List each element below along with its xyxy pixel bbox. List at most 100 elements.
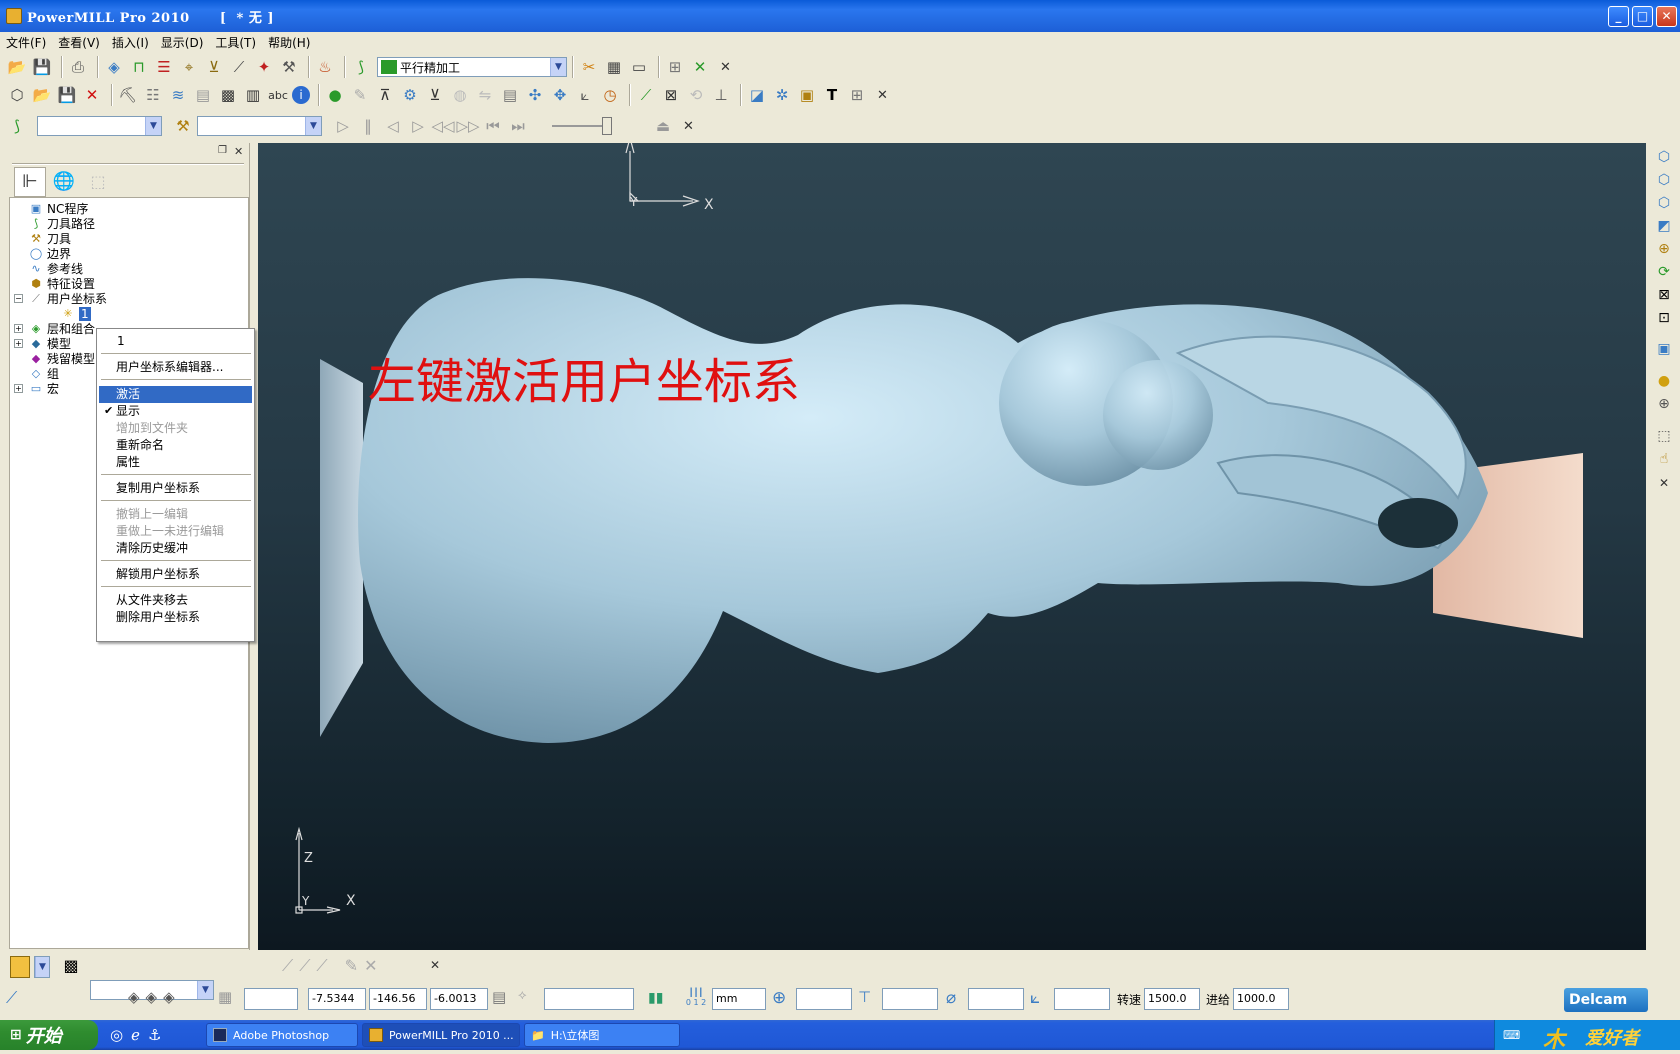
bottom-plane-icon[interactable]: ⊻: [424, 84, 446, 106]
go-end-icon[interactable]: ⏭: [507, 115, 529, 137]
status-field-blank-1[interactable]: [244, 988, 298, 1010]
maximize-button[interactable]: □: [1632, 6, 1653, 27]
tab-explorer-tree-icon[interactable]: ⊩: [14, 167, 46, 197]
view-iso4-icon[interactable]: ◩: [1654, 216, 1674, 236]
clock-icon[interactable]: ◷: [599, 84, 621, 106]
save-icon[interactable]: 💾: [31, 56, 53, 78]
workplane-dropdown[interactable]: ▼: [34, 956, 50, 978]
menu-tools[interactable]: 工具(T): [215, 34, 256, 51]
chevron-down-icon[interactable]: ▼: [550, 58, 566, 76]
menu-display[interactable]: 显示(D): [161, 34, 204, 51]
layers-icon[interactable]: ≋: [167, 84, 189, 106]
coord-y-field[interactable]: -146.56: [369, 988, 427, 1010]
crosshair-icon[interactable]: ⊕: [772, 988, 786, 1008]
tool-combo[interactable]: ▼: [197, 116, 322, 136]
panel-close-icon[interactable]: ✕: [234, 145, 243, 158]
scale-icon[interactable]: ┃┃┃ 0 1 2: [683, 988, 709, 1008]
start-button[interactable]: ⊞ 开始: [0, 1020, 98, 1050]
toolpath-strategies-icon[interactable]: ♨: [314, 56, 336, 78]
status-workplane-icon[interactable]: ⟋: [6, 988, 17, 1008]
view-iso2-icon[interactable]: ⬡: [1654, 170, 1674, 190]
menu-item-delete-workplane[interactable]: 删除用户坐标系: [99, 609, 252, 626]
menu-item-remove-from-folder[interactable]: 从文件夹移去: [99, 592, 252, 609]
tree-item-workplanes[interactable]: ⟋ 用户坐标系: [28, 291, 107, 307]
menu-item-unlock-workplane[interactable]: 解锁用户坐标系: [99, 566, 252, 583]
workplane-grid-icon[interactable]: ⊠: [660, 84, 682, 106]
grid-icon[interactable]: ▤: [192, 84, 214, 106]
tree-item-macros[interactable]: ▭ 宏: [28, 381, 59, 396]
step-back-icon[interactable]: ◁: [382, 115, 404, 137]
menu-file[interactable]: 文件(F): [6, 34, 46, 51]
rotate-icon[interactable]: ⟲: [685, 84, 707, 106]
menu-item-clear-history[interactable]: 清除历史缓冲: [99, 540, 252, 557]
mirror-icon[interactable]: ⇋: [474, 84, 496, 106]
sidebar-close-icon[interactable]: ✕: [1654, 473, 1674, 493]
select-icon[interactable]: ⛏: [117, 84, 139, 106]
tab-disabled-icon[interactable]: ⬚: [82, 169, 114, 197]
menu-insert[interactable]: 插入(I): [112, 34, 149, 51]
menu-item-activate[interactable]: 激活: [99, 386, 252, 403]
transform-icon[interactable]: ✕: [689, 56, 711, 78]
menu-item-copy-workplane[interactable]: 复制用户坐标系: [99, 480, 252, 497]
bottom-toolbar-close-icon[interactable]: ✕: [430, 958, 440, 972]
rewind-icon[interactable]: ◁◁: [431, 115, 454, 137]
task-photoshop[interactable]: Adobe Photoshop: [206, 1023, 358, 1047]
tree-item-workplane-1[interactable]: ✳ 1: [60, 306, 91, 321]
tree-item-patterns[interactable]: ∿ 参考线: [28, 261, 83, 276]
feed-field[interactable]: 1000.0: [1233, 988, 1289, 1010]
model-view-icons[interactable]: ◈◈◈: [128, 988, 181, 1006]
tree-item-groups[interactable]: ◇ 组: [28, 366, 59, 381]
go-start-icon[interactable]: ⏮: [482, 115, 504, 137]
toolbar2-close-icon[interactable]: ✕: [877, 88, 888, 103]
tab-globe-icon[interactable]: 🌐: [48, 169, 80, 197]
keyboard-icon[interactable]: ⌨: [1503, 1028, 1520, 1042]
start-point-icon[interactable]: ⌖: [178, 56, 200, 78]
menu-item-rename[interactable]: 重新命名: [99, 437, 252, 454]
shaded-icon[interactable]: ●: [1654, 371, 1674, 391]
zoom-fit-icon[interactable]: ⊠: [1654, 285, 1674, 305]
toolpath-select-icon[interactable]: ⟆: [6, 115, 28, 137]
menu-item-properties[interactable]: 属性: [99, 454, 252, 471]
view-iso1-icon[interactable]: ⬡: [1654, 147, 1674, 167]
task-powermill[interactable]: PowerMILL Pro 2010 ...: [362, 1023, 520, 1047]
expand-icon[interactable]: +: [14, 324, 23, 333]
leads-links-icon[interactable]: ⟋: [228, 56, 250, 78]
calculator-icon[interactable]: ▦: [603, 56, 625, 78]
workplane-toolbar-icon[interactable]: [10, 956, 30, 978]
graphics-viewport[interactable]: Y X Z Y X 左键激活用户坐标系: [258, 135, 1646, 950]
text-icon[interactable]: T: [821, 84, 843, 106]
mesh-tools-icon[interactable]: ⊞: [846, 84, 868, 106]
simulate-icon[interactable]: ✣: [524, 84, 546, 106]
settings-gear-icon[interactable]: ⚙: [399, 84, 421, 106]
pick-icon[interactable]: ☝: [1654, 449, 1674, 469]
select-cursor-icon[interactable]: ⬚: [1654, 426, 1674, 446]
page-icon[interactable]: ▤: [499, 84, 521, 106]
status-field-blank-3[interactable]: [796, 988, 852, 1010]
pause-icon[interactable]: ‖: [357, 115, 379, 137]
tree-item-toolpaths[interactable]: ⟆ 刀具路径: [28, 216, 95, 231]
tree-item-stock-models[interactable]: ◆ 残留模型: [28, 351, 95, 366]
quick-launch-icons[interactable]: ◎ℯ⚓: [110, 1026, 169, 1044]
status-field-blank-5[interactable]: [968, 988, 1024, 1010]
tool-select-icon[interactable]: ⚒: [172, 115, 194, 137]
open-folder-icon[interactable]: 📂: [6, 56, 28, 78]
panel-restore-icon[interactable]: ❐: [218, 145, 227, 156]
end-point-icon[interactable]: ⊻: [203, 56, 225, 78]
expand-icon[interactable]: +: [14, 384, 23, 393]
speed-slider[interactable]: [552, 117, 612, 135]
menu-help[interactable]: 帮助(H): [268, 34, 310, 51]
print-icon[interactable]: ⎙: [67, 56, 89, 78]
menu-view[interactable]: 查看(V): [58, 34, 100, 51]
stock-model-icon[interactable]: ◪: [746, 84, 768, 106]
play-icon[interactable]: ▷: [332, 115, 354, 137]
zoom-icon[interactable]: ⊕: [1654, 239, 1674, 259]
wireframe-icon[interactable]: ⊕: [1654, 394, 1674, 414]
move-icon[interactable]: ✥: [549, 84, 571, 106]
refresh-icon[interactable]: ⟳: [1654, 262, 1674, 282]
units-field[interactable]: mm: [712, 988, 766, 1010]
zoom-box-icon[interactable]: ⊡: [1654, 308, 1674, 328]
status-field-blank-6[interactable]: [1054, 988, 1110, 1010]
minimize-button[interactable]: _: [1608, 6, 1629, 27]
grid-snap-icon[interactable]: ▦: [218, 988, 232, 1006]
pattern-icon[interactable]: ▩: [217, 84, 239, 106]
